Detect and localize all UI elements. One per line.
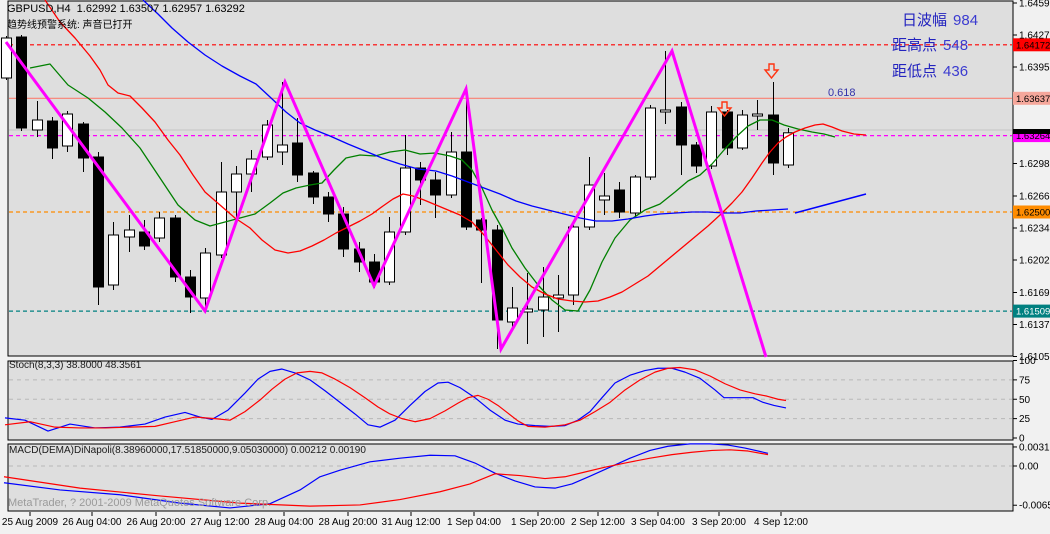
price-level-badge-text: 1.63637 <box>1016 94 1050 105</box>
price-axis-label: 1.63950 <box>1019 63 1050 74</box>
macd-axis-label: -0.00655 <box>1019 501 1050 512</box>
candle-body-bear <box>676 106 687 146</box>
stoch-axis-label: 50 <box>1019 395 1031 406</box>
time-axis-label: 1 Sep 04:00 <box>447 517 501 528</box>
price-axis-label: 1.62020 <box>1019 256 1050 267</box>
candle-body-bull <box>568 226 579 296</box>
candle <box>737 110 748 150</box>
candle-body-bull <box>446 151 457 196</box>
candle-body-bull <box>538 296 549 311</box>
symbol-ohlc-title: GBPUSD,H4 1.62992 1.63507 1.62957 1.6329… <box>7 3 245 15</box>
time-axis-label: 2 Sep 12:00 <box>571 517 625 528</box>
candle-body-bear <box>47 120 58 149</box>
price-axis-label: 1.64590 <box>1019 0 1050 10</box>
main-chart-panel[interactable] <box>7 0 1014 357</box>
distance-to-low-value: 436 <box>943 63 969 80</box>
price-axis-label: 1.62660 <box>1019 192 1050 203</box>
stochastic-indicator-label: Stoch(8,3,3) 38.8000 48.3561 <box>9 360 142 371</box>
time-axis-label: 25 Aug 2009 <box>2 517 59 528</box>
time-axis-label: 4 Sep 12:00 <box>754 517 808 528</box>
distance-to-low-label: 距低点 <box>892 63 938 80</box>
candle-body-bull <box>660 109 671 113</box>
price-level-badge-text: 1.61509 <box>1016 307 1050 318</box>
candle-body-bull <box>706 111 717 167</box>
daily-range-value: 984 <box>953 12 979 29</box>
mt4-chart-window: 1.64172 1.63637 1.63264 1.62500 1.61509 1.645… <box>0 0 1050 534</box>
price-axis-label: 1.62985 <box>1019 159 1050 170</box>
time-axis-label: 28 Aug 04:00 <box>255 517 314 528</box>
candle-body-bull <box>231 173 242 193</box>
candle-body-bear <box>691 144 702 167</box>
distance-to-high-annotation: 距高点 548 <box>892 34 1012 55</box>
candle <box>630 175 641 217</box>
candle-body-bear <box>292 142 303 176</box>
distance-to-low-annotation: 距低点 436 <box>892 60 1012 81</box>
stoch-axis-label: 100 <box>1019 356 1036 367</box>
daily-range-label: 日波幅 <box>902 12 948 29</box>
candle-body-bear <box>614 189 625 213</box>
price-axis-label: 1.61375 <box>1019 320 1050 331</box>
last-price-marker <box>1013 129 1050 134</box>
time-axis-label: 3 Sep 04:00 <box>631 517 685 528</box>
daily-range-annotation: 日波幅 984 <box>902 9 1022 30</box>
price-level-badge-text: 1.62500 <box>1016 208 1050 219</box>
time-axis-label: 26 Aug 20:00 <box>127 517 186 528</box>
stoch-axis-label: 25 <box>1019 414 1031 425</box>
candle-body-bull <box>400 167 411 233</box>
time-axis-label: 28 Aug 20:00 <box>319 517 378 528</box>
price-level-badge-text: 1.64172 <box>1016 40 1050 51</box>
time-axis: 25 Aug 2009 26 Aug 04:00 26 Aug 20:00 27 Au… <box>2 512 808 528</box>
macd-indicator-label: MACD(DEMA)DiNapoli(8.38960000,17.5185000… <box>9 445 366 456</box>
distance-to-high-label: 距高点 <box>892 37 938 54</box>
candle-body-bull <box>645 107 656 178</box>
time-axis-label: 31 Aug 12:00 <box>382 517 441 528</box>
price-axis-label: 1.64270 <box>1019 31 1050 42</box>
metatrader-watermark: MetaTrader, ? 2001-2009 MetaQuotes Softw… <box>8 497 272 509</box>
candle <box>722 110 733 155</box>
macd-axis-label: 0.00318 <box>1019 442 1050 453</box>
candle-body-bear <box>323 196 334 215</box>
candle-body-bull <box>154 217 165 239</box>
candle <box>93 152 104 305</box>
candle-body-bull <box>108 234 119 286</box>
time-axis-label: 3 Sep 20:00 <box>692 517 746 528</box>
candle-body-bear <box>16 36 27 129</box>
candle-body-bull <box>200 252 211 299</box>
time-axis-label: 27 Aug 12:00 <box>191 517 250 528</box>
price-axis-label: 1.62340 <box>1019 224 1050 235</box>
candle-body-bull <box>752 113 763 117</box>
candle <box>568 222 579 305</box>
candle-body-bull <box>124 229 135 238</box>
candle-body-bear <box>93 156 104 288</box>
candle <box>16 35 27 131</box>
time-axis-label: 1 Sep 20:00 <box>511 517 565 528</box>
candle-body-bull <box>599 195 610 201</box>
candle-body-bull <box>630 176 641 214</box>
candle-body-bull <box>277 144 288 153</box>
fibo-level-label: 0.618 <box>828 87 856 99</box>
candle-body-bull <box>32 119 43 131</box>
distance-to-high-value: 548 <box>943 37 969 54</box>
time-axis-label: 26 Aug 04:00 <box>63 517 122 528</box>
stochastic-panel[interactable] <box>7 360 1014 441</box>
price-axis-label: 1.61695 <box>1019 288 1050 299</box>
trendline-alert-status: 趋势线预警系统: 声音已打开 <box>7 20 133 31</box>
candle <box>645 105 656 180</box>
candle-body-bear <box>461 151 472 228</box>
candle-body-bear <box>430 179 441 196</box>
stoch-axis-label: 75 <box>1019 375 1031 386</box>
macd-axis-label: 0.00 <box>1019 462 1039 473</box>
